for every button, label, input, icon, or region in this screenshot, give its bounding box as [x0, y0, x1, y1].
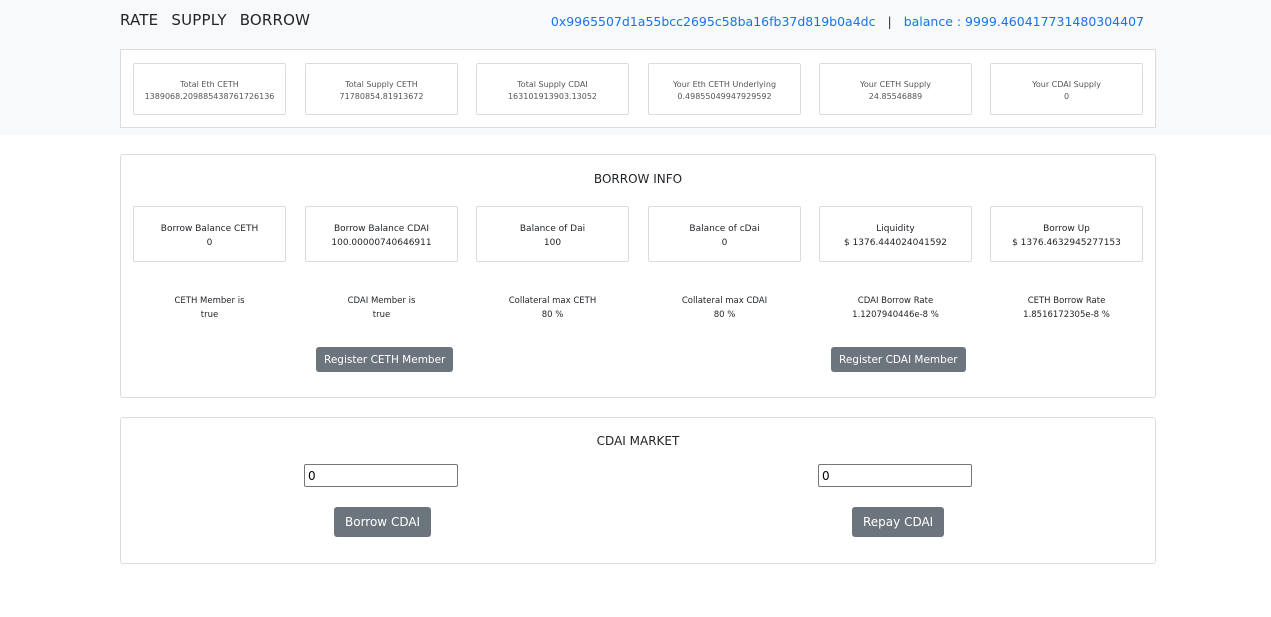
card-value: 0 [721, 238, 728, 248]
stat-value: 71780854.81913672 [339, 92, 424, 101]
repay-amount-input[interactable] [818, 464, 972, 487]
cdai-market-panel: CDAI MARKET Borrow CDAI Repay CDAI [120, 417, 1156, 564]
stat-label: Your CETH Supply [860, 80, 931, 89]
card-borrow-balance-cdai: Borrow Balance CDAI 100.00000740646911 [305, 206, 458, 262]
repay-cdai-button[interactable]: Repay CDAI [852, 507, 945, 537]
stat-value: 0 [1063, 92, 1070, 101]
card-balance-of-dai: Balance of Dai 100 [476, 206, 629, 262]
stat-your-eth-ceth-underlying: Your Eth CETH Underlying 0.4985504994792… [648, 63, 801, 115]
stat-value: 163101913903.13052 [507, 92, 598, 101]
borrow-amount-input[interactable] [304, 464, 458, 487]
detail-ceth-member: CETH Member is true [133, 294, 286, 322]
detail-label: CETH Member is [174, 296, 245, 306]
stat-label: Your CDAI Supply [1032, 80, 1101, 89]
stat-your-ceth-supply: Your CETH Supply 24.85546889 [819, 63, 972, 115]
card-label: Borrow Up [1043, 224, 1090, 234]
detail-ceth-borrow-rate: CETH Borrow Rate 1.8516172305e-8 % [990, 294, 1143, 322]
borrow-cdai-button[interactable]: Borrow CDAI [334, 507, 432, 537]
detail-label: CETH Borrow Rate [1027, 296, 1106, 306]
stat-total-supply-ceth: Total Supply CETH 71780854.81913672 [305, 63, 458, 115]
card-label: Borrow Balance CETH [160, 224, 259, 234]
detail-value: 1.8516172305e-8 % [1023, 310, 1110, 320]
register-ceth-member-button[interactable]: Register CETH Member [316, 347, 454, 372]
wallet-balance: balance : 9999.460417731480304407 [903, 14, 1144, 29]
card-value: $ 1376.4632945277153 [1012, 238, 1121, 248]
card-borrow-up: Borrow Up $ 1376.4632945277153 [990, 206, 1143, 262]
detail-label: CDAI Borrow Rate [857, 296, 934, 306]
card-liquidity: Liquidity $ 1376.444024041592 [819, 206, 972, 262]
card-value: 100 [543, 238, 562, 248]
stats-summary: Total Eth CETH 1389068.20988543876172613… [120, 49, 1156, 128]
card-value: 0 [206, 238, 213, 248]
detail-label: Collateral max CETH [508, 296, 597, 306]
card-label: Balance of cDai [689, 224, 760, 234]
stat-total-supply-cdai: Total Supply CDAI 163101913903.13052 [476, 63, 629, 115]
card-value: $ 1376.444024041592 [843, 238, 948, 248]
detail-collateral-max-ceth: Collateral max CETH 80 % [476, 294, 629, 322]
detail-label: CDAI Member is [347, 296, 416, 306]
card-label: Balance of Dai [519, 224, 586, 234]
stat-value: 24.85546889 [868, 92, 923, 101]
nav-rate[interactable]: RATE [120, 11, 158, 29]
detail-value: 1.1207940446e-8 % [852, 310, 939, 320]
account-info: 0x9965507d1a55bcc2695c58ba16fb37d819b0a4… [551, 14, 1144, 29]
card-balance-of-cdai: Balance of cDai 0 [648, 206, 801, 262]
register-cdai-member-button[interactable]: Register CDAI Member [831, 347, 966, 372]
detail-value: 80 % [541, 310, 564, 320]
stat-value: 0.49855049947929592 [677, 92, 772, 101]
detail-collateral-max-cdai: Collateral max CDAI 80 % [648, 294, 801, 322]
stat-label: Total Eth CETH [180, 80, 239, 89]
stat-label: Total Supply CDAI [517, 80, 588, 89]
detail-cdai-borrow-rate: CDAI Borrow Rate 1.1207940446e-8 % [819, 294, 972, 322]
detail-value: true [372, 310, 391, 320]
borrow-info-title: BORROW INFO [593, 172, 683, 186]
cdai-market-title: CDAI MARKET [596, 434, 680, 448]
detail-label: Collateral max CDAI [681, 296, 768, 306]
stat-value: 1389068.209885438761726136 [144, 92, 275, 101]
stat-total-eth-ceth: Total Eth CETH 1389068.20988543876172613… [133, 63, 286, 115]
account-separator: | [887, 14, 892, 29]
nav-borrow[interactable]: BORROW [240, 11, 311, 29]
stat-your-cdai-supply: Your CDAI Supply 0 [990, 63, 1143, 115]
card-label: Borrow Balance CDAI [333, 224, 430, 234]
card-value: 100.00000740646911 [331, 238, 432, 248]
detail-cdai-member: CDAI Member is true [305, 294, 458, 322]
card-label: Liquidity [876, 224, 915, 234]
stat-label: Total Supply CETH [345, 80, 418, 89]
wallet-address: 0x9965507d1a55bcc2695c58ba16fb37d819b0a4… [550, 14, 876, 29]
borrow-info-panel: BORROW INFO Borrow Balance CETH 0 Borrow… [120, 154, 1156, 398]
detail-value: true [200, 310, 219, 320]
main-nav: RATE SUPPLY BORROW [120, 11, 310, 29]
nav-supply[interactable]: SUPPLY [171, 11, 226, 29]
detail-value: 80 % [713, 310, 736, 320]
stat-label: Your Eth CETH Underlying [672, 80, 777, 89]
card-borrow-balance-ceth: Borrow Balance CETH 0 [133, 206, 286, 262]
